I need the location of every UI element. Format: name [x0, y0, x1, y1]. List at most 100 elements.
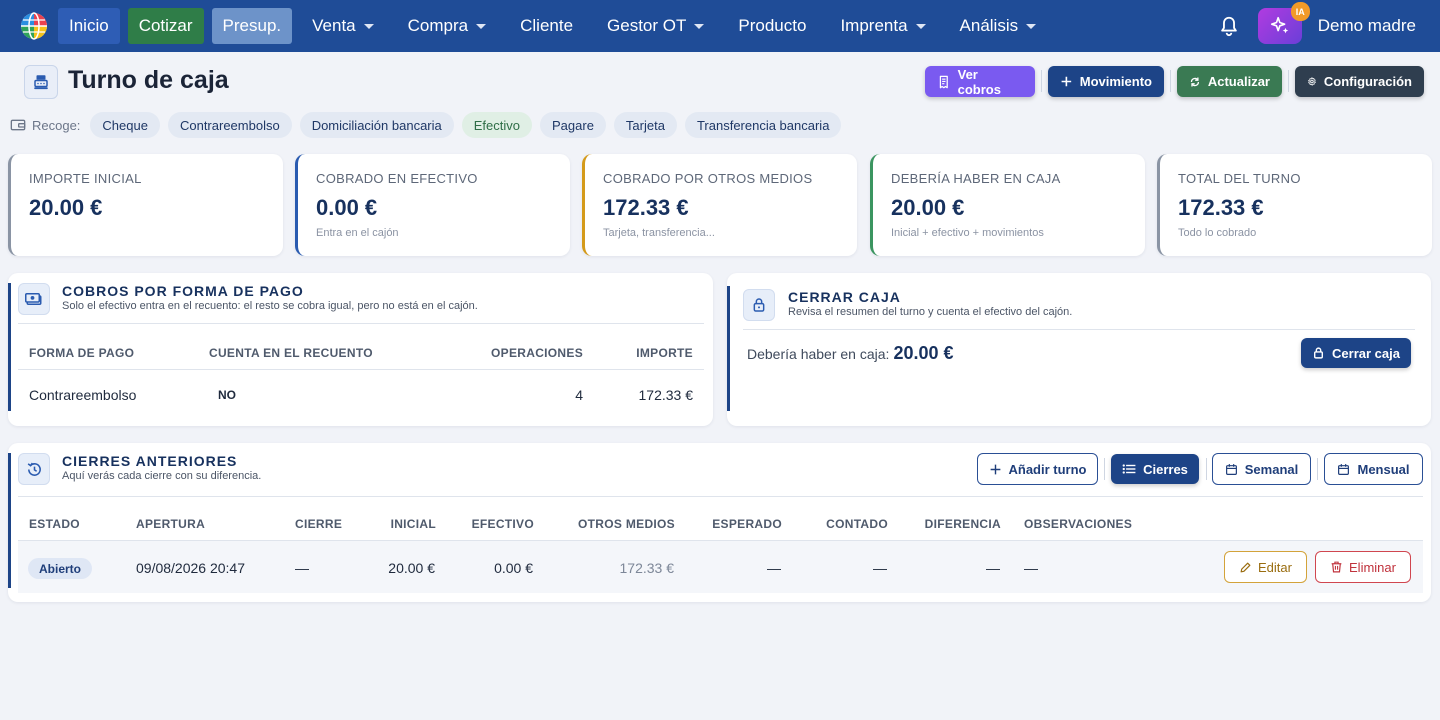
bell-icon[interactable]: [1218, 15, 1240, 37]
kpi-subtext: Inicial + efectivo + movimientos: [891, 227, 1044, 239]
cerrar-caja-button[interactable]: Cerrar caja: [1301, 338, 1411, 368]
separator: [1206, 458, 1207, 480]
column-header-apertura: APERTURA: [136, 517, 206, 531]
nav-compra[interactable]: Compra: [396, 8, 498, 44]
delete-label: Eliminar: [1349, 559, 1396, 575]
cerrar-subtitle: Revisa el resumen del turno y cuenta el …: [788, 306, 1073, 318]
kpi-subtext: Entra en el cajón: [316, 227, 399, 239]
kpi-value: 172.33 €: [603, 195, 689, 220]
kpi-otros-medios: COBRADO POR OTROS MEDIOS 172.33 € Tarjet…: [582, 154, 857, 256]
chip-domiciliacion[interactable]: Domiciliación bancaria: [299, 112, 454, 138]
column-header-esperado: ESPERADO: [712, 517, 782, 531]
separator: [1104, 458, 1105, 480]
kpi-importe-inicial: IMPORTE INICIAL 20.00 €: [8, 154, 283, 256]
nav-presup[interactable]: Presup.: [211, 8, 293, 44]
configuracion-button[interactable]: Configuración: [1295, 66, 1424, 97]
cierres-view-button[interactable]: Cierres: [1111, 454, 1199, 484]
nav-venta[interactable]: Venta: [300, 8, 386, 44]
anadir-turno-label: Añadir turno: [1008, 461, 1087, 477]
movimiento-button[interactable]: Movimiento: [1048, 66, 1164, 97]
column-header-otros-medios: OTROS MEDIOS: [578, 517, 675, 531]
nav-imprenta[interactable]: Imprenta: [828, 8, 937, 44]
nav-cotizar[interactable]: Cotizar: [127, 8, 204, 44]
nav-producto[interactable]: Producto: [726, 8, 818, 44]
recoge-label: Recoge:: [32, 117, 81, 133]
kpi-value: 172.33 €: [1178, 195, 1264, 220]
nav-analisis[interactable]: Análisis: [948, 8, 1049, 44]
kpi-value: 20.00 €: [29, 195, 103, 220]
cell-efectivo: 0.00 €: [494, 560, 533, 576]
ver-cobros-button[interactable]: Ver cobros: [925, 66, 1035, 97]
column-header-importe: IMPORTE: [636, 346, 693, 360]
expected-summary: Debería haber en caja: 20.00 €: [747, 343, 954, 364]
semanal-label: Semanal: [1244, 461, 1299, 477]
trash-icon: [1331, 561, 1342, 573]
kpi-cobrado-efectivo: COBRADO EN EFECTIVO 0.00 € Entra en el c…: [295, 154, 570, 256]
refresh-icon: [1190, 77, 1200, 86]
kpi-total-turno: TOTAL DEL TURNO 172.33 € Todo lo cobrado: [1157, 154, 1432, 256]
kpi-value: 20.00 €: [891, 195, 965, 220]
ver-cobros-label: Ver cobros: [957, 66, 1001, 97]
divider: [18, 323, 704, 324]
nav-gestor-ot[interactable]: Gestor OT: [595, 8, 716, 44]
mensual-button[interactable]: Mensual: [1324, 453, 1423, 485]
status-badge: Abierto: [28, 558, 92, 579]
plus-icon: [990, 464, 1000, 474]
cell-otros-medios: 172.33 €: [619, 560, 675, 576]
delete-button[interactable]: Eliminar: [1315, 551, 1411, 583]
edit-button[interactable]: Editar: [1224, 551, 1307, 583]
nav-presup-label: Presup.: [222, 16, 282, 35]
divider: [18, 496, 1423, 497]
chip-tarjeta[interactable]: Tarjeta: [613, 112, 677, 138]
cell-operaciones: 4: [575, 387, 583, 403]
ai-badge: IA: [1290, 2, 1310, 21]
edit-label: Editar: [1258, 559, 1292, 575]
kpi-subtext: Tarjeta, transferencia...: [603, 227, 715, 239]
chip-cheque[interactable]: Cheque: [90, 112, 160, 138]
nav-venta-label: Venta: [312, 16, 356, 35]
nav-compra-label: Compra: [407, 16, 469, 35]
money-icon: [18, 283, 50, 315]
nav-inicio[interactable]: Inicio: [58, 8, 120, 44]
anadir-turno-button[interactable]: Añadir turno: [977, 453, 1098, 485]
list-icon: [1122, 464, 1136, 474]
sparkles-icon: [1270, 16, 1288, 34]
chip-efectivo[interactable]: Efectivo: [461, 112, 532, 138]
nav-cliente-label: Cliente: [520, 16, 574, 35]
chip-transferencia[interactable]: Transferencia bancaria: [684, 112, 842, 138]
kpi-label: DEBERÍA HABER EN CAJA: [891, 171, 1061, 186]
nav-cliente[interactable]: Cliente: [508, 8, 585, 44]
cobros-subtitle: Solo el efectivo entra en el recuento: e…: [62, 300, 478, 312]
column-header-cuenta: CUENTA EN EL RECUENTO: [209, 346, 373, 360]
header-separator: [1041, 70, 1042, 92]
receipt-icon: [939, 75, 948, 88]
lock-icon: [1314, 347, 1324, 359]
cell-esperado: —: [767, 560, 781, 576]
semanal-button[interactable]: Semanal: [1212, 453, 1311, 485]
cash-register-icon: [24, 65, 58, 99]
nav-gestor-ot-label: Gestor OT: [607, 16, 687, 35]
column-header-cierre: CIERRE: [295, 517, 343, 531]
actualizar-label: Actualizar: [1207, 74, 1270, 89]
cell-contado: —: [873, 560, 887, 576]
column-header-observaciones: OBSERVACIONES: [1024, 517, 1133, 531]
ai-assistant-button[interactable]: IA: [1257, 2, 1310, 44]
expected-label: Debería haber en caja:: [747, 346, 890, 362]
cobros-title: COBROS POR FORMA DE PAGO: [62, 283, 304, 299]
app-logo-icon[interactable]: [20, 12, 48, 40]
cerrar-caja-label: Cerrar caja: [1332, 345, 1400, 361]
kpi-label: IMPORTE INICIAL: [29, 171, 142, 186]
chevron-down-icon: [915, 23, 926, 29]
actualizar-button[interactable]: Actualizar: [1177, 66, 1282, 97]
nav-imprenta-label: Imprenta: [840, 16, 908, 35]
recoge-label-wrap: Recoge:: [10, 118, 80, 133]
calendar-icon: [1338, 463, 1350, 475]
chip-pagare[interactable]: Pagare: [540, 112, 606, 138]
nav-cotizar-label: Cotizar: [138, 16, 193, 35]
user-menu[interactable]: Demo madre: [1318, 16, 1416, 36]
chip-contrareembolso[interactable]: Contrareembolso: [167, 112, 292, 138]
header-separator: [1288, 70, 1289, 92]
cell-cierre: —: [295, 560, 309, 576]
cell-importe: 172.33 €: [638, 387, 694, 403]
kpi-subtext: Todo lo cobrado: [1178, 227, 1257, 239]
